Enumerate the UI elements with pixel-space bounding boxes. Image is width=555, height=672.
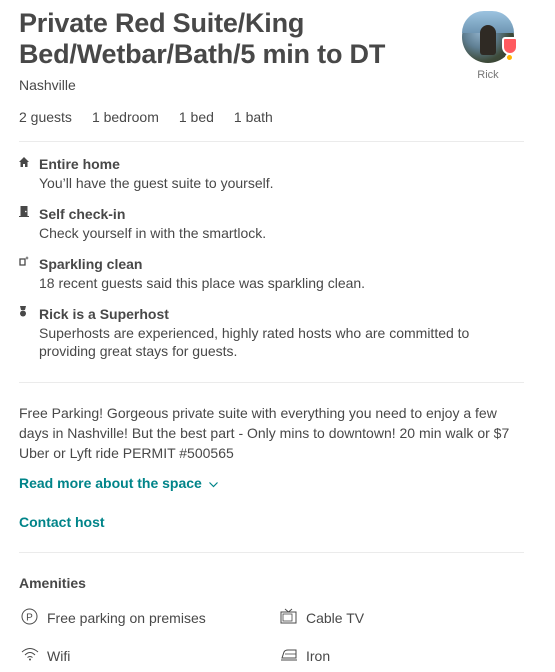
contact-host-link[interactable]: Contact host	[19, 514, 105, 530]
chevron-down-icon	[206, 477, 219, 491]
highlight-self-check-in: Self check-in Check yourself in with the…	[19, 205, 524, 242]
read-more-link[interactable]: Read more about the space	[19, 475, 219, 491]
amenity-label: Iron	[306, 647, 331, 664]
highlight-superhost: Rick is a Superhost Superhosts are exper…	[19, 305, 524, 360]
amenity-label: Wifi	[47, 647, 71, 664]
highlight-entire-home: Entire home You’ll have the guest suite …	[19, 155, 524, 192]
guests-count: 2 guests	[19, 109, 72, 125]
amenity-cable-tv: Cable TV	[280, 608, 364, 628]
iron-icon	[280, 647, 306, 664]
divider	[19, 382, 524, 383]
highlight-title: Entire home	[39, 156, 120, 172]
listing-stats: 2 guests 1 bedroom 1 bed 1 bath	[19, 109, 273, 125]
amenity-iron: Iron	[280, 647, 330, 664]
beds-count: 1 bed	[178, 109, 214, 125]
highlight-desc: Check yourself in with the smartlock.	[39, 225, 267, 241]
medal-icon	[19, 305, 39, 360]
highlight-title: Self check-in	[39, 206, 126, 222]
host-name[interactable]: Rick	[460, 69, 516, 81]
divider	[19, 552, 524, 553]
divider	[19, 141, 524, 142]
listing-description: Free Parking! Gorgeous private suite wit…	[19, 405, 510, 461]
amenity-label: Cable TV	[306, 610, 365, 626]
highlight-title: Sparkling clean	[39, 256, 143, 272]
parking-icon: P	[21, 608, 47, 628]
tv-icon	[280, 608, 306, 628]
host-profile[interactable]: Rick	[460, 11, 518, 81]
highlights-list: Entire home You’ll have the guest suite …	[19, 155, 524, 373]
amenities-title: Amenities	[19, 575, 86, 591]
highlight-desc: You’ll have the guest suite to yourself.	[39, 175, 274, 191]
amenity-wifi: Wifi	[21, 647, 70, 664]
listing-title: Private Red Suite/King Bed/Wetbar/Bath/5…	[19, 8, 386, 69]
bedrooms-count: 1 bedroom	[91, 109, 159, 125]
host-avatar[interactable]	[462, 11, 518, 63]
svg-text:P: P	[26, 612, 33, 623]
sparkle-icon	[19, 255, 39, 292]
wifi-icon	[21, 647, 47, 664]
listing-city[interactable]: Nashville	[19, 77, 76, 93]
door-icon	[19, 205, 39, 242]
highlight-desc: 18 recent guests said this place was spa…	[39, 275, 366, 291]
baths-count: 1 bath	[233, 109, 273, 125]
highlight-desc: Superhosts are experienced, highly rated…	[39, 325, 470, 359]
highlight-title: Rick is a Superhost	[39, 306, 169, 322]
read-more-label: Read more about the space	[19, 475, 202, 491]
highlight-sparkling-clean: Sparkling clean 18 recent guests said th…	[19, 255, 524, 292]
home-icon	[19, 155, 39, 192]
amenity-label: Free parking on premises	[47, 610, 206, 626]
amenity-parking: P Free parking on premises	[21, 608, 206, 628]
